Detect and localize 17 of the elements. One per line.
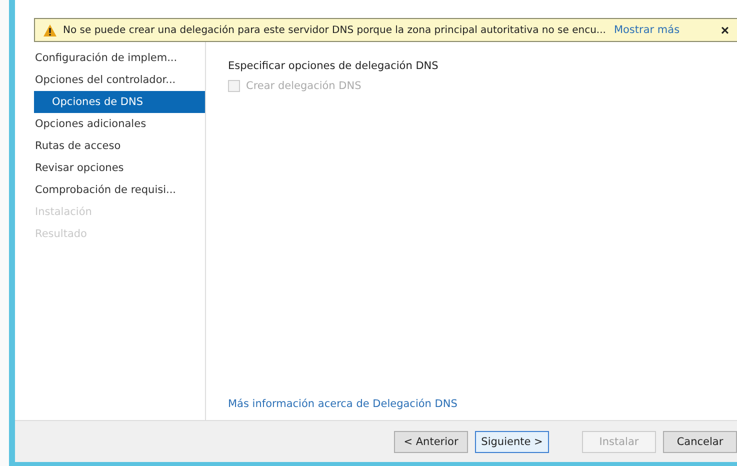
warning-message: No se puede crear una delegación para este servidor DNS porque la zona principal autoritativa no se encu... — [63, 24, 606, 36]
more-info-link[interactable]: Más información acerca de Delegación DNS — [228, 398, 715, 410]
section-heading: Especificar opciones de delegación DNS — [228, 60, 440, 72]
sidebar-item[interactable]: Revisar opciones — [34, 157, 205, 179]
wizard-button[interactable]: Siguiente > — [475, 430, 549, 452]
sidebar-item[interactable]: Comprobación de requisi... — [34, 179, 205, 201]
wizard-button[interactable]: Cancelar — [663, 430, 737, 452]
wizard-button[interactable]: < Anterior — [394, 430, 468, 452]
show-more-link[interactable]: Mostrar más — [614, 24, 680, 36]
checkbox-label: Crear delegación DNS — [246, 80, 362, 92]
sidebar-item[interactable]: Opciones de DNS — [34, 91, 205, 113]
sidebar-item[interactable]: Configuración de implem... — [34, 47, 205, 69]
sidebar-item[interactable]: Opciones adicionales — [34, 113, 205, 135]
sidebar-item[interactable]: Opciones del controlador... — [34, 69, 205, 91]
sidebar-item[interactable]: Rutas de acceso — [34, 135, 205, 157]
close-button[interactable]: × — [720, 22, 729, 38]
warning-icon — [43, 24, 57, 36]
